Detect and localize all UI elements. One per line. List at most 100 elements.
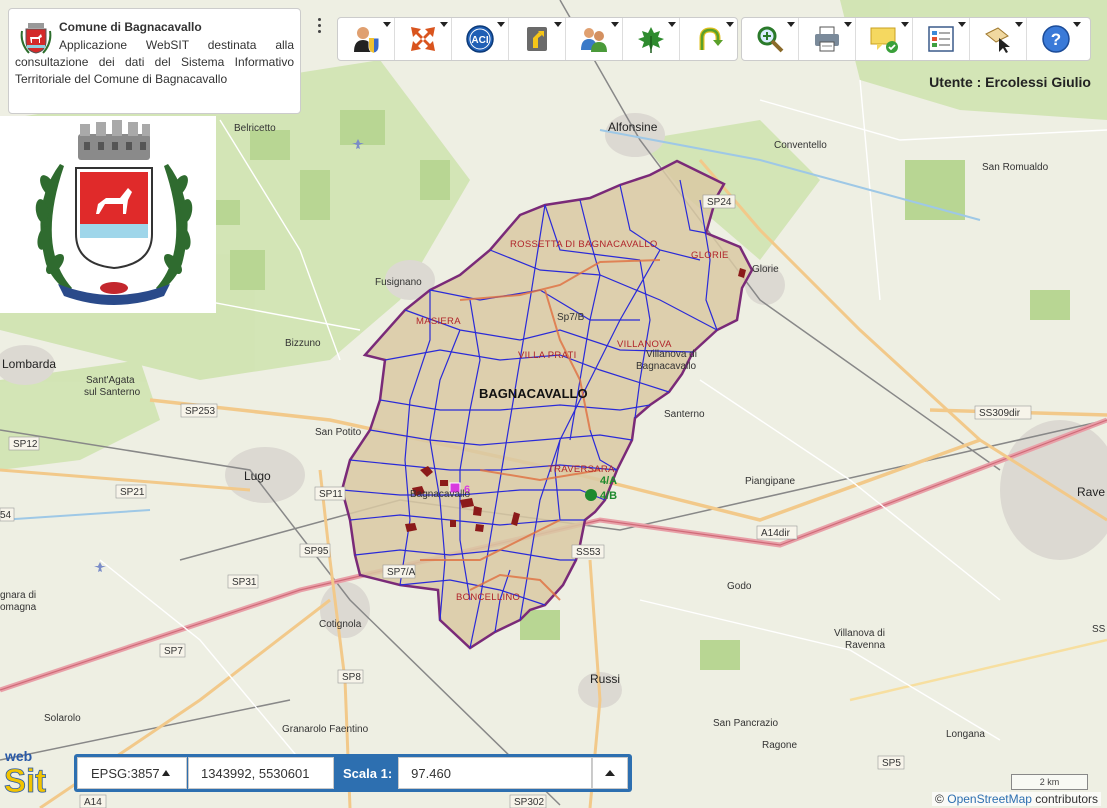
place-label: Conventello	[774, 140, 827, 151]
place-label: Alfonsine	[608, 120, 658, 134]
place-label: Glorie	[752, 264, 779, 275]
road-shield: SP5	[882, 758, 901, 769]
place-label: Lombarda	[2, 357, 56, 371]
place-label: Rave	[1077, 485, 1105, 499]
zone-label: ROSSETTA DI BAGNACAVALLO	[510, 239, 658, 250]
place-label: Ragone	[762, 740, 797, 751]
user-shield-button[interactable]	[338, 18, 395, 60]
road-shield: SP24	[707, 197, 732, 208]
app-info-panel: Comune di Bagnacavallo Applicazione WebS…	[8, 8, 301, 114]
place-label: San Potito	[315, 427, 362, 438]
road-shield: SP253	[185, 406, 215, 417]
place-label: San Pancrazio	[713, 718, 778, 729]
place-label: Bagnacavallo	[410, 489, 470, 500]
attribution-text: contributors	[1035, 792, 1098, 806]
zoom-button[interactable]	[742, 18, 799, 60]
place-label: Russi	[590, 672, 620, 686]
place-label: omagna	[0, 602, 37, 613]
attribution-symbol: ©	[935, 792, 944, 806]
municipality-emblem	[0, 116, 216, 313]
road-sign-icon	[527, 27, 547, 51]
road-shield: SP11	[319, 489, 343, 500]
place-label: Lugo	[244, 469, 271, 483]
legend-button[interactable]	[913, 18, 970, 60]
note-check-button[interactable]	[856, 18, 913, 60]
dropdown-up-icon	[161, 770, 170, 776]
road-shield: SP12	[13, 439, 38, 450]
place-label: Fusignano	[375, 277, 422, 288]
arrows-cross-icon	[411, 27, 435, 51]
help-button[interactable]: ?	[1027, 18, 1084, 60]
place-label: Bagnacavallo	[636, 361, 696, 372]
road-shield: A14dir	[761, 528, 791, 539]
place-label: Godo	[727, 581, 752, 592]
dropdown-up-icon	[605, 770, 616, 776]
map-pointer-button[interactable]	[970, 18, 1027, 60]
place-label: Longana	[946, 729, 985, 740]
road-shield: SP21	[120, 487, 145, 498]
toolbar-tools: ?	[741, 17, 1091, 61]
route-button[interactable]	[680, 18, 737, 60]
route-icon	[699, 27, 723, 50]
zone-label: GLORIE	[691, 250, 729, 261]
road-shield: SP302	[514, 797, 544, 808]
websit-logo: web Sit	[2, 746, 68, 799]
place-label: SS	[1092, 624, 1106, 635]
coordinates-value: 1343992, 5530601	[201, 765, 310, 781]
print-button[interactable]	[799, 18, 856, 60]
place-label: Santerno	[664, 409, 705, 420]
place-label: Villanova di	[646, 349, 697, 360]
place-label: gnara di	[0, 590, 36, 601]
place-label: Ravenna	[845, 640, 885, 651]
municipality-label: BAGNACAVALLO	[479, 386, 588, 401]
road-shield: SP31	[232, 577, 257, 588]
print-icon	[815, 26, 839, 52]
scale-value: 97.460	[411, 765, 451, 781]
road-shield: 54	[0, 510, 12, 521]
road-shield: A14	[84, 797, 102, 808]
app-description: Applicazione WebSIT destinata alla consu…	[15, 38, 294, 86]
zone-label: TRAVERSARA	[548, 464, 615, 475]
zone-label: BONCELLINO	[456, 592, 520, 603]
openstreetmap-link[interactable]: OpenStreetMap	[947, 792, 1032, 806]
note-check-icon	[870, 27, 898, 53]
zone-label: MASIERA	[416, 316, 461, 327]
place-label: Sant'Agata	[86, 375, 135, 386]
road-sign-button[interactable]	[509, 18, 566, 60]
legend-icon	[928, 26, 954, 52]
coat-of-arms-icon	[35, 120, 193, 305]
leaf-icon	[638, 27, 664, 53]
user-shield-icon	[354, 27, 380, 54]
place-label: San Romualdo	[982, 162, 1049, 173]
arrows-cross-button[interactable]	[395, 18, 452, 60]
scale-dropdown-button[interactable]	[592, 757, 629, 789]
road-shield: SP7	[164, 646, 183, 657]
app-title: Comune di Bagnacavallo	[59, 20, 202, 34]
svg-text:?: ?	[1050, 30, 1060, 49]
zone-label: VILLA PRATI	[518, 350, 577, 361]
zoom-icon	[757, 26, 784, 53]
aci-button[interactable]: ACI	[452, 18, 509, 60]
road-shield: SP95	[304, 546, 329, 557]
place-label: sul Santerno	[84, 387, 141, 398]
users-icon	[581, 28, 607, 52]
users-button[interactable]	[566, 18, 623, 60]
map-pointer-icon	[985, 27, 1010, 53]
place-label: Sp7/B	[557, 312, 585, 323]
user-label: Utente : Ercolessi Giulio	[929, 74, 1091, 90]
projection-select[interactable]: EPSG:3857	[77, 757, 187, 789]
place-label: Bizzuno	[285, 338, 321, 349]
projection-value: EPSG:3857	[91, 765, 160, 781]
coordinates-bar: EPSG:3857 1343992, 5530601 Scala 1: 97.4…	[74, 754, 632, 792]
road-shield: SP7/A	[387, 567, 416, 578]
scale-input[interactable]: 97.460	[398, 757, 593, 789]
place-label: Solarolo	[44, 713, 81, 724]
marker-4b-label: 4/B	[600, 490, 617, 502]
leaf-button[interactable]	[623, 18, 680, 60]
road-shield: SS309dir	[979, 408, 1021, 419]
map-scale-bar: 2 km	[1011, 774, 1088, 790]
more-menu-icon[interactable]	[316, 18, 322, 36]
svg-text:ACI: ACI	[471, 35, 488, 46]
place-label: Belricetto	[234, 123, 276, 134]
help-icon: ?	[1041, 25, 1070, 53]
